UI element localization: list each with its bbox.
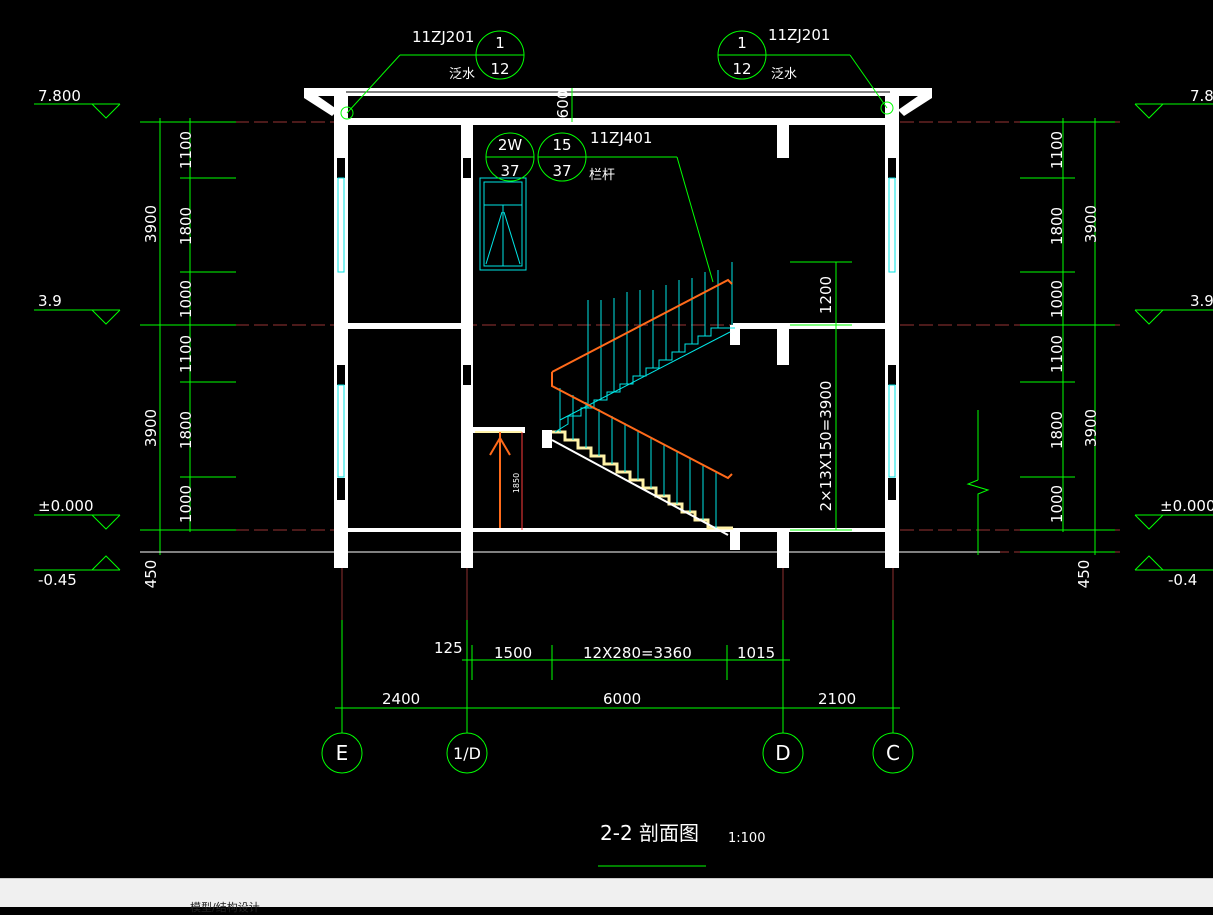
dim-2400: 2400 xyxy=(382,690,420,708)
stair-flights xyxy=(551,262,735,536)
callout-right-num: 1 xyxy=(737,34,747,52)
dim-right-450: 450 xyxy=(1075,560,1093,589)
dim-left-450: 450 xyxy=(142,560,160,589)
dim-left-1000-bottom: 1000 xyxy=(177,485,195,523)
dim-125: 125 xyxy=(434,639,463,657)
dim-left-1800-bottom: 1800 xyxy=(177,411,195,449)
callout-right-note: 泛水 xyxy=(771,67,797,82)
callout-left-num: 1 xyxy=(495,34,505,52)
dim-left-1100-top: 1100 xyxy=(177,131,195,169)
dim-1200: 1200 xyxy=(817,276,835,314)
axis-label-c: C xyxy=(886,741,900,765)
dim-left-1800-top: 1800 xyxy=(177,207,195,245)
callout-left-sheet: 12 xyxy=(490,60,509,78)
status-bar: 模型/结构设计 xyxy=(0,878,1213,914)
dim-parapet-600: 600 xyxy=(554,90,572,119)
level-floor2-left: 3.9 xyxy=(38,292,62,310)
dim-left-3900-bottom: 3900 xyxy=(142,409,160,447)
callout-right-sheet: 12 xyxy=(732,60,751,78)
level-roof-left: 7.800 xyxy=(38,87,81,105)
callout-rail-b-sheet: 37 xyxy=(552,162,571,180)
building-section xyxy=(140,88,1000,568)
level-ground-right: ±0.000 xyxy=(1160,497,1213,515)
dim-6000: 6000 xyxy=(603,690,641,708)
callout-rail-b-ref: 11ZJ401 xyxy=(590,129,652,147)
right-dimension-chain xyxy=(1020,118,1115,555)
dim-2100: 2100 xyxy=(818,690,856,708)
drawing-title: 2-2 剖面图 xyxy=(600,821,699,845)
axis-label-e: E xyxy=(336,741,349,765)
axis-bubbles xyxy=(321,716,914,774)
dim-1500: 1500 xyxy=(494,644,532,662)
callout-right-ref: 11ZJ201 xyxy=(768,26,830,44)
callout-rail-a-sheet: 37 xyxy=(500,162,519,180)
section-drawing: 1100 1800 1000 1100 1800 1000 3900 3900 … xyxy=(34,26,1213,867)
callout-rail-a-num: 2W xyxy=(498,136,523,154)
status-text: 模型/结构设计 xyxy=(190,901,260,914)
dim-right-1100-top: 1100 xyxy=(1048,131,1066,169)
dim-1015: 1015 xyxy=(737,644,775,662)
dim-stair-height: 2×13X150=3900 xyxy=(817,381,835,512)
dim-3360: 12X280=3360 xyxy=(583,644,692,662)
callout-left-note: 泛水 xyxy=(449,67,475,82)
dim-left-1000-top: 1000 xyxy=(177,280,195,318)
level-outdoor-left: -0.45 xyxy=(38,571,77,589)
step-height-label: 1850 xyxy=(512,473,521,493)
dim-right-1800-top: 1800 xyxy=(1048,207,1066,245)
level-ground-left: ±0.000 xyxy=(38,497,94,515)
callout-left-ref: 11ZJ201 xyxy=(412,28,474,46)
axis-label-d: D xyxy=(775,741,790,765)
dim-right-1100-bottom: 1100 xyxy=(1048,335,1066,373)
dim-right-3900-top: 3900 xyxy=(1082,205,1100,243)
dim-left-1100-bottom: 1100 xyxy=(177,335,195,373)
callout-rail-b-num: 15 xyxy=(552,136,571,154)
dim-right-1000-bottom: 1000 xyxy=(1048,485,1066,523)
dim-right-1800-bottom: 1800 xyxy=(1048,411,1066,449)
drawing-scale: 1:100 xyxy=(728,831,765,846)
callout-rail-b-note: 栏杆 xyxy=(589,168,615,183)
dim-left-3900-top: 3900 xyxy=(142,205,160,243)
dim-right-1000-top: 1000 xyxy=(1048,280,1066,318)
axis-label-1-d: 1/D xyxy=(453,744,481,763)
level-roof-right: 7.8 xyxy=(1190,87,1213,105)
dim-right-3900-bottom: 3900 xyxy=(1082,409,1100,447)
callout-leaders xyxy=(340,30,894,283)
level-outdoor-right: -0.4 xyxy=(1168,571,1197,589)
level-floor2-right: 3.9 xyxy=(1190,292,1213,310)
